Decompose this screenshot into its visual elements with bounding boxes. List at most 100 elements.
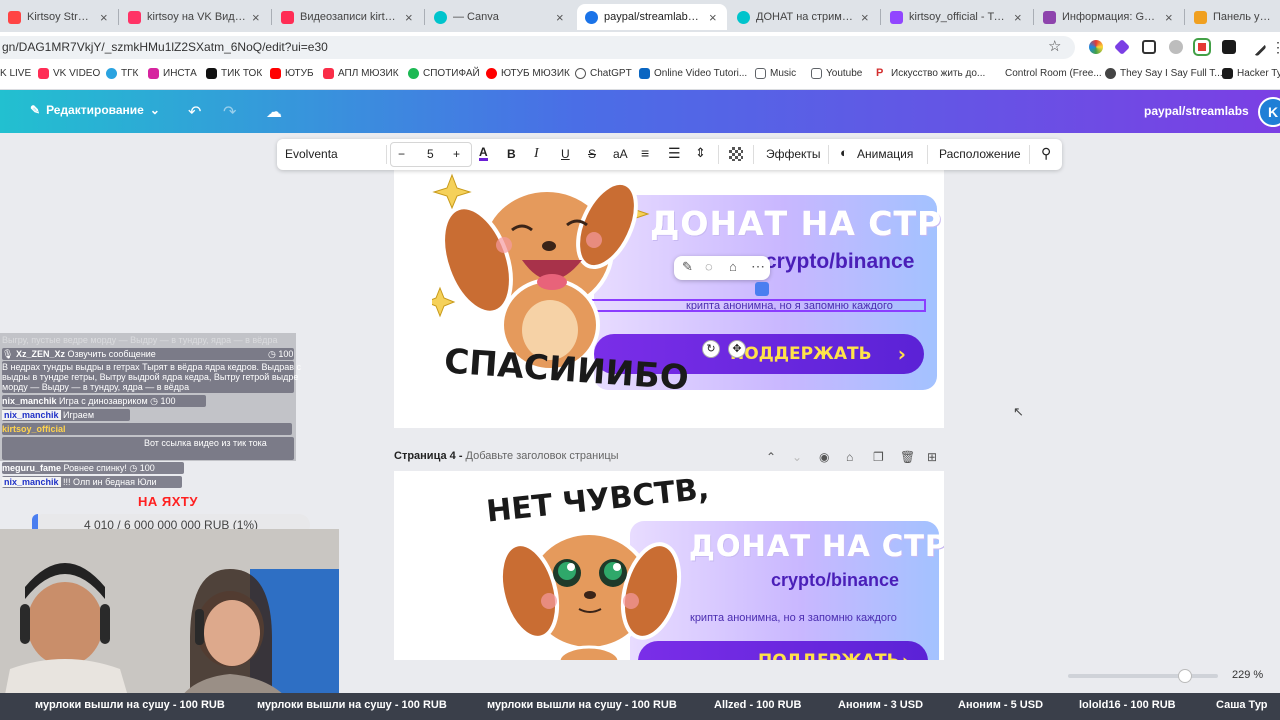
magic-edit-icon[interactable]: ✎ — [682, 259, 693, 275]
extension-record-icon[interactable] — [1195, 40, 1209, 54]
more-options-icon[interactable]: ⋯ — [751, 258, 765, 275]
effects-button[interactable]: Эффекты — [766, 147, 821, 161]
zoom-slider-handle[interactable] — [1178, 669, 1192, 683]
design-page-3[interactable]: ДОНАТ НА СТРИМ crypto/binance крипта ано… — [394, 170, 944, 428]
extension-font-icon[interactable] — [1222, 40, 1236, 54]
bookmark[interactable]: VK VIDEO — [38, 68, 100, 79]
move-handle-icon[interactable]: ✥ — [728, 340, 746, 358]
crypto-label[interactable]: crypto/binance — [771, 570, 899, 591]
close-tab-icon[interactable]: × — [709, 10, 719, 25]
duplicate-page-icon[interactable]: ❐ — [873, 450, 884, 464]
bookmark[interactable]: ЮТУБ — [270, 68, 314, 79]
bookmark[interactable]: Control Room (Free... — [1005, 68, 1102, 79]
rotate-handle-icon[interactable]: ↻ — [702, 340, 720, 358]
bookmark-folder[interactable]: Music — [755, 68, 796, 79]
crypto-label[interactable]: crypto/binance — [765, 250, 914, 274]
bookmark[interactable]: They Say I Say Full T... — [1105, 68, 1223, 79]
extension-image-icon[interactable] — [1142, 40, 1156, 54]
bookmark[interactable]: ИНСТА — [148, 68, 197, 79]
bookmark[interactable]: ТГК — [106, 68, 138, 79]
lock-icon[interactable]: ⌂ — [729, 259, 737, 274]
strikethrough-icon[interactable]: S — [588, 147, 596, 161]
bookmark[interactable]: Online Video Tutori... — [639, 68, 747, 79]
browser-tab[interactable]: Панель управле — [1186, 4, 1280, 30]
bookmark[interactable]: Hacker Typ — [1222, 68, 1280, 79]
close-tab-icon[interactable]: × — [556, 10, 566, 25]
avatar[interactable]: K — [1258, 97, 1280, 127]
page-4-header: Страница 4 - Добавьте заголовок страницы… — [394, 450, 944, 466]
browser-tab[interactable]: Информация: GRUZ — K × — [1035, 4, 1183, 30]
address-bar-row: gn/DAG1MR7VkjY/_szmkHMu1lZ2SXatm_6NoQ/ed… — [0, 32, 1280, 62]
italic-icon[interactable]: I — [534, 146, 539, 162]
close-tab-icon[interactable]: × — [1165, 10, 1175, 25]
browser-tab[interactable]: — Canva × — [426, 4, 574, 30]
redo-icon[interactable]: ↷ — [223, 102, 236, 122]
ticker-item: Allzed - 100 RUB — [714, 699, 802, 711]
tab-title: Видеозаписи kirtsoy — [300, 11, 399, 23]
bookmark[interactable]: АПЛ МЮЗИК — [323, 68, 399, 79]
hide-page-icon[interactable]: ◉ — [819, 450, 829, 464]
browser-tab[interactable]: Kirtsoy Stream - Watch f × — [0, 4, 118, 30]
document-title[interactable]: paypal/streamlabs — [1144, 104, 1249, 118]
bookmark[interactable]: ChatGPT — [575, 68, 632, 79]
font-family-select[interactable]: Evolventa — [280, 142, 384, 167]
banner-headline[interactable]: ДОНАТ НА СТРИМ — [689, 529, 944, 563]
extension-pen-icon[interactable] — [1247, 37, 1267, 57]
lock-page-icon[interactable]: ⌂ — [846, 450, 853, 464]
letter-case-button[interactable]: aA — [613, 147, 628, 161]
chevron-up-icon[interactable]: ⌃ — [766, 450, 776, 464]
extension-color-icon[interactable] — [1089, 40, 1103, 54]
browser-tab[interactable]: Видеозаписи kirtsoy × — [273, 4, 423, 30]
add-page-icon[interactable]: ⊞ — [927, 450, 937, 464]
list-icon[interactable]: ☰ — [668, 145, 681, 162]
extension-diamond-icon[interactable] — [1114, 39, 1130, 55]
delete-page-icon[interactable]: 🗑 — [900, 450, 915, 464]
chevron-down-icon[interactable]: ⌄ — [792, 450, 802, 464]
design-page-4[interactable]: ДОНАТ НА СТРИМ crypto/binance крипта ано… — [394, 471, 944, 660]
url-field[interactable]: gn/DAG1MR7VkjY/_szmkHMu1lZ2SXatm_6NoQ/ed… — [0, 36, 1075, 59]
browser-tab[interactable]: ДОНАТ на стрим — Mu × — [729, 4, 879, 30]
comment-icon[interactable]: ◌ — [705, 259, 713, 274]
spacing-icon[interactable]: ⇕ — [695, 145, 706, 161]
text-color-icon[interactable]: A — [479, 146, 488, 161]
browser-tab-active[interactable]: paypal/streamlabs — 32 × — [577, 4, 727, 30]
banner-caption[interactable]: крипта анонимна, но я запомню каждого — [690, 612, 897, 624]
editing-mode-dropdown[interactable]: ✎ Редактирование ⌄ — [30, 103, 160, 117]
close-tab-icon[interactable]: × — [405, 10, 415, 25]
bookmark[interactable]: СПОТИФАЙ — [408, 68, 480, 79]
bookmark[interactable]: ЮТУБ МЮЗИК — [486, 68, 570, 79]
browser-menu-icon[interactable]: ⋮ — [1271, 40, 1280, 54]
chat-text: Выгру, пустые ведре морду — Выдру — в ту… — [2, 335, 278, 345]
font-size-value[interactable]: 5 — [427, 147, 434, 161]
bold-icon[interactable]: B — [507, 147, 516, 161]
bookmark-folder[interactable]: Youtube — [811, 68, 862, 79]
transparency-icon[interactable] — [729, 147, 743, 161]
page-title-input[interactable]: Добавьте заголовок страницы — [466, 450, 619, 462]
chat-text: Вот ссылка видео из тик тока — [144, 438, 267, 448]
bookmark[interactable]: ТИК ТОК — [206, 68, 262, 79]
bookmark-star-icon[interactable]: ☆ — [1048, 37, 1061, 55]
close-tab-icon[interactable]: × — [100, 10, 110, 25]
increase-size-button[interactable]: + — [453, 147, 460, 161]
close-tab-icon[interactable]: × — [252, 10, 262, 25]
zoom-level[interactable]: 229 % — [1232, 669, 1263, 681]
decrease-size-button[interactable]: − — [398, 147, 405, 161]
position-button[interactable]: Расположение — [939, 147, 1021, 161]
bookmark[interactable]: K LIVE — [0, 68, 31, 79]
banner-headline[interactable]: ДОНАТ НА СТРИМ — [650, 204, 944, 243]
align-icon[interactable]: ≡ — [641, 145, 649, 161]
browser-tab[interactable]: kirtsoy_official - Twitch × — [882, 4, 1032, 30]
translate-badge-icon[interactable] — [755, 282, 769, 296]
copy-style-icon[interactable]: ⚲ — [1041, 145, 1051, 162]
cloud-save-icon[interactable]: ☁ — [266, 102, 282, 122]
zoom-slider[interactable] — [1068, 669, 1218, 683]
browser-tab[interactable]: kirtsoy на VK Видео Live × — [120, 4, 270, 30]
close-tab-icon[interactable]: × — [861, 10, 871, 25]
underline-icon[interactable]: U — [561, 147, 570, 161]
undo-icon[interactable]: ↶ — [188, 102, 201, 122]
close-tab-icon[interactable]: × — [1014, 10, 1024, 25]
extension-circle-icon[interactable] — [1169, 40, 1183, 54]
tab-favicon-icon — [8, 10, 21, 24]
animation-button[interactable]: Анимация — [857, 147, 913, 161]
bookmark[interactable]: P Искусство жить до... — [876, 68, 985, 79]
